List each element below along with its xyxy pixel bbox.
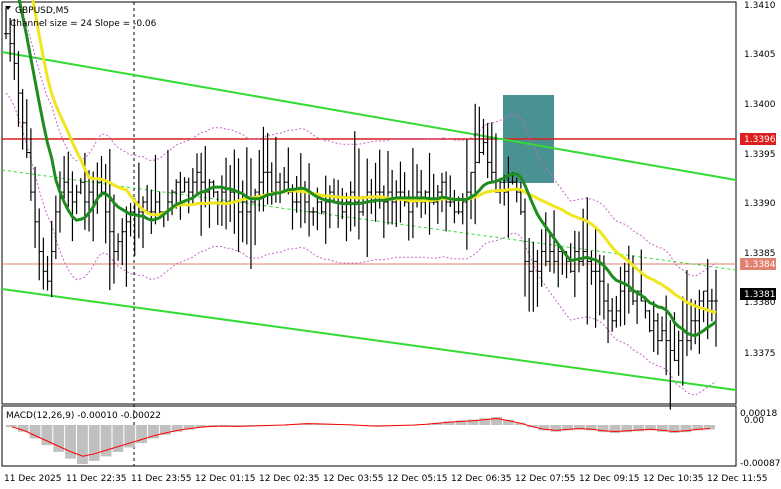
symbol-label: GBPUSD,M5 xyxy=(15,6,69,16)
price-axis: 1.3410 1.3405 1.3400 1.3395 1.3390 1.338… xyxy=(744,1,776,359)
time-tick: 12 Dec 02:35 xyxy=(259,474,320,484)
price-tick: 1.3385 xyxy=(744,249,776,259)
macd-bar xyxy=(88,425,100,461)
price-tick: 1.3395 xyxy=(744,150,776,160)
time-tick: 12 Dec 01:15 xyxy=(195,474,256,484)
resistance-tag-label: 1.3396 xyxy=(744,135,776,145)
current-price-tag-label: 1.3381 xyxy=(744,290,776,300)
price-tick: 1.3375 xyxy=(744,349,776,359)
price-tick: 1.3405 xyxy=(744,50,776,60)
macd-label: MACD(12,26,9) -0.00010 -0.00022 xyxy=(6,411,161,421)
macd-bar xyxy=(77,425,88,464)
time-tick: 12 Dec 07:55 xyxy=(515,474,576,484)
macd-tick: -0.00087 xyxy=(740,459,780,469)
price-tick: 1.3410 xyxy=(744,1,776,11)
time-tick: 11 Dec 22:35 xyxy=(66,474,127,484)
time-tick: 12 Dec 09:15 xyxy=(579,474,640,484)
time-tick: 11 Dec 23:55 xyxy=(131,474,192,484)
time-tick: 12 Dec 11:55 xyxy=(707,474,768,484)
time-axis: 11 Dec 2025 11 Dec 22:35 11 Dec 23:55 12… xyxy=(4,474,768,484)
time-tick: 11 Dec 2025 xyxy=(4,474,62,484)
price-tick: 1.3390 xyxy=(744,199,776,209)
macd-bar xyxy=(6,425,17,428)
chart-canvas: GBPUSD,M5 Channel size = 24 Slope = -0.0… xyxy=(1,0,780,484)
price-tick: 1.3400 xyxy=(744,100,776,110)
time-tick: 12 Dec 06:35 xyxy=(451,474,512,484)
time-tick: 12 Dec 10:35 xyxy=(643,474,704,484)
time-tick: 12 Dec 05:15 xyxy=(387,474,448,484)
macd-tick: 0.00 xyxy=(744,416,764,426)
macd-bar xyxy=(29,425,41,439)
time-tick: 12 Dec 03:55 xyxy=(323,474,384,484)
support-tag-label: 1.3384 xyxy=(744,260,776,270)
indicator-label: Channel size = 24 Slope = -0.06 xyxy=(10,19,157,29)
